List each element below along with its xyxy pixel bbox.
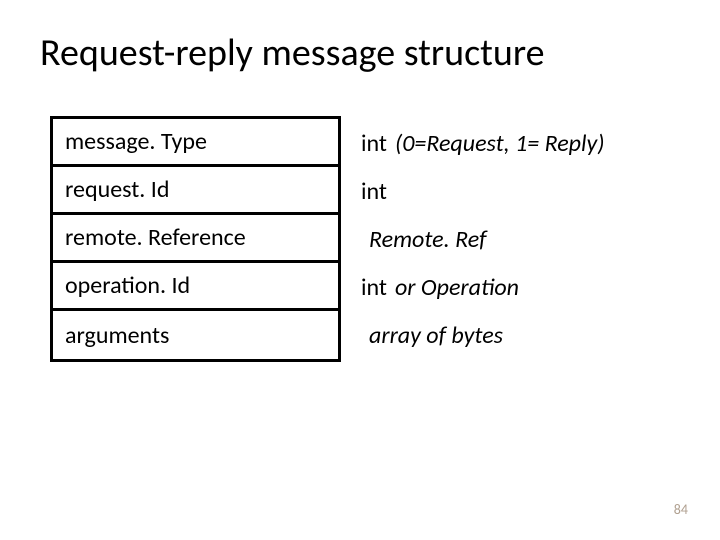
type-description: Remote. Ref xyxy=(369,225,486,254)
type-description: or Operation xyxy=(395,273,519,302)
field-type-cell: array of bytes xyxy=(341,311,621,359)
type-description: (0=Request, 1= Reply) xyxy=(395,129,605,158)
type-description: array of bytes xyxy=(369,321,503,350)
field-name-cell: operation. Id xyxy=(53,263,338,311)
field-name-cell: remote. Reference xyxy=(53,215,338,263)
type-literal: int xyxy=(361,273,387,302)
field-name-cell: arguments xyxy=(53,311,338,359)
field-names-column: message. Type request. Id remote. Refere… xyxy=(50,116,341,362)
field-type-cell: int xyxy=(341,167,621,215)
field-type-cell: int (0=Request, 1= Reply) xyxy=(341,119,621,167)
field-name-cell: request. Id xyxy=(53,167,338,215)
field-name-cell: message. Type xyxy=(53,119,338,167)
field-type-cell: int or Operation xyxy=(341,263,621,311)
structure-table: message. Type request. Id remote. Refere… xyxy=(50,116,680,362)
slide: Request-reply message structure message.… xyxy=(0,0,720,540)
type-literal: int xyxy=(361,177,387,206)
field-types-column: int (0=Request, 1= Reply) int Remote. Re… xyxy=(341,116,621,362)
type-literal: int xyxy=(361,129,387,158)
page-number: 84 xyxy=(674,501,688,518)
slide-title: Request-reply message structure xyxy=(40,30,680,76)
field-type-cell: Remote. Ref xyxy=(341,215,621,263)
